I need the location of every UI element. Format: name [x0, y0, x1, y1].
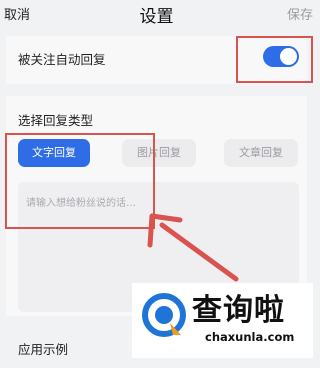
watermark-domain-text: chaxunla.com [205, 330, 295, 344]
watermark-logo-icon [142, 293, 186, 337]
watermark-chinese-text: 查询啦 [192, 293, 285, 328]
